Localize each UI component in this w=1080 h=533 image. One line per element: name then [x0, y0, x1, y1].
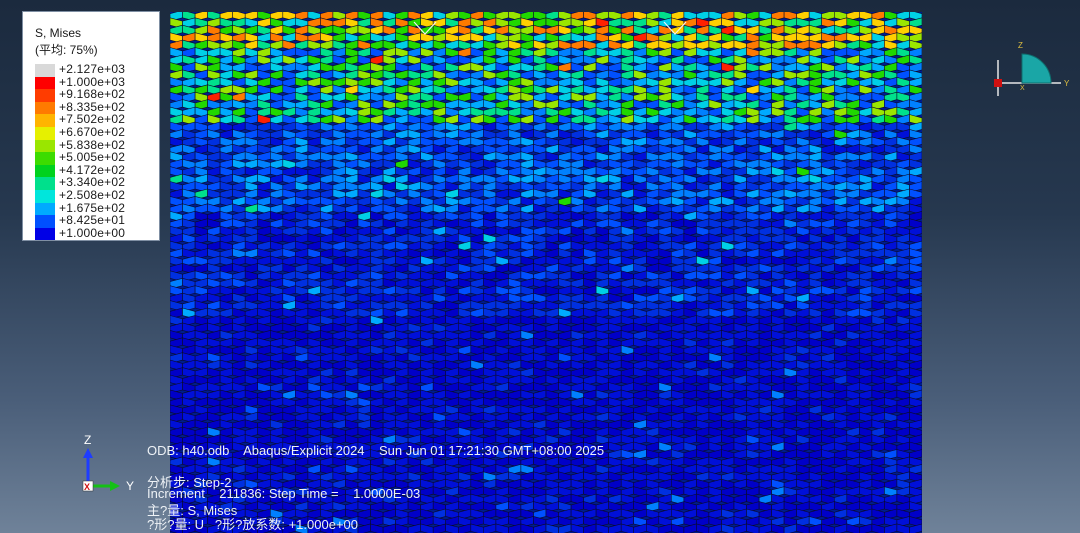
model-info-block: ODB: h40.odb Abaqus/Explicit 2024 Sun Ju… [147, 0, 604, 532]
triad-right-x-label: X [1020, 85, 1025, 92]
legend-swatch [35, 127, 55, 140]
legend-entry: +1.000e+00 [35, 225, 159, 241]
legend-swatch [35, 101, 55, 115]
contour-legend: S, Mises (平均: 75%) +2.127e+03 +1.000e+03 +… [22, 11, 160, 241]
legend-swatch [35, 139, 55, 153]
triad-right-y-label: Y [1064, 79, 1070, 88]
legend-swatch [35, 190, 55, 203]
z-axis-label: Z [84, 433, 91, 447]
origin-marker [994, 79, 1002, 87]
legend-subtitle: (平均: 75%) [35, 43, 98, 57]
legend-swatch [35, 64, 55, 77]
legend-swatch [35, 215, 55, 228]
coordinate-triad: X Z Y [82, 433, 134, 493]
legend-swatch [35, 114, 55, 127]
legend-swatch [35, 76, 55, 90]
legend-swatch [35, 177, 55, 190]
x-axis-label: X [84, 482, 90, 492]
legend-value: +1.000e+00 [59, 225, 126, 240]
legend-swatch [35, 152, 55, 165]
increment-line: Increment 211836: Step Time = 1.0000E-03 [147, 486, 421, 501]
y-axis-label: Y [126, 479, 134, 493]
legend-title: S, Mises [35, 26, 82, 40]
view-orientation-triad[interactable]: Z Y X [986, 38, 1076, 98]
triad-right-z-label: Z [1018, 41, 1023, 50]
quadrant-shape [1021, 53, 1052, 84]
deformed-variable-line: ?形?量: U ?形?放系数: +1.000e+00 [147, 517, 358, 532]
legend-swatch [35, 202, 55, 216]
abaqus-viewport[interactable]: S, Mises (平均: 75%) +2.127e+03 +1.000e+03 +… [0, 0, 1080, 533]
odb-info-line: ODB: h40.odb Abaqus/Explicit 2024 Sun Ju… [147, 443, 605, 458]
legend-swatch [35, 164, 55, 178]
legend-swatch [35, 227, 55, 241]
legend-swatch [35, 89, 55, 102]
